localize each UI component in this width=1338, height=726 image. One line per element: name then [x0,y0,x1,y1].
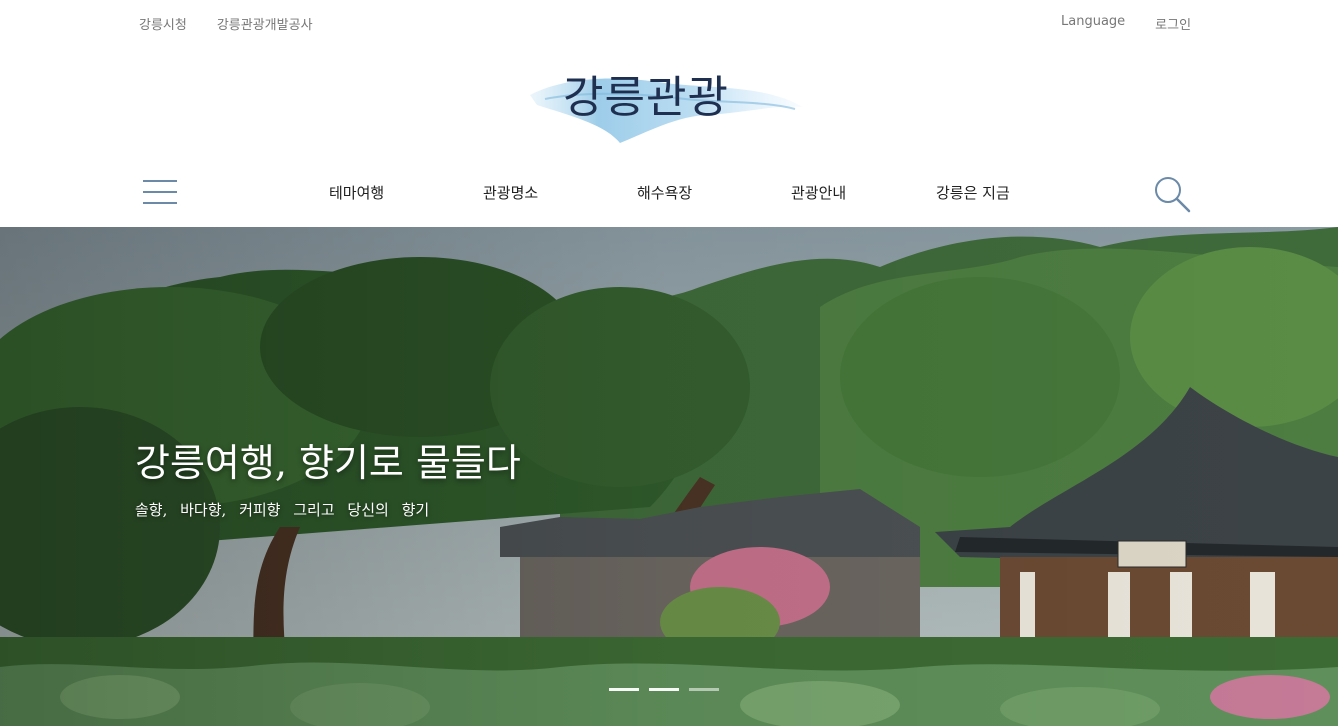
utility-links-right: Language 로그인 [1061,14,1191,33]
nav-item-gangneung-now[interactable]: 강릉은 지금 [936,182,1010,203]
main-nav: 테마여행 관광명소 해수욕장 관광안내 강릉은 지금 [0,160,1338,226]
link-gangneung-city-hall[interactable]: 강릉시청 [139,14,187,33]
hero-banner: 강릉여행, 향기로 물들다 솔향, 바다향, 커피향 그리고 당신의 향기 [0,227,1338,726]
slide-dot-2[interactable] [649,688,679,691]
slide-dot-3[interactable] [689,688,719,691]
slide-dot-1[interactable] [609,688,639,691]
hamburger-menu-icon[interactable] [143,178,177,206]
nav-item-beaches[interactable]: 해수욕장 [637,182,692,203]
language-button[interactable]: Language [1061,14,1125,33]
logo-text: 강릉관광 [563,72,729,123]
utility-links-left: 강릉시청 강릉관광개발공사 [139,14,313,33]
nav-item-attractions[interactable]: 관광명소 [483,182,538,203]
nav-item-theme-travel[interactable]: 테마여행 [329,182,384,203]
link-tourism-development-corp[interactable]: 강릉관광개발공사 [217,14,313,33]
nav-item-tourist-info[interactable]: 관광안내 [791,182,846,203]
search-icon[interactable] [1152,174,1192,214]
hero-subtitle: 솔향, 바다향, 커피향 그리고 당신의 향기 [135,501,430,519]
site-logo[interactable]: 강릉관광 [525,55,810,150]
page: 강릉시청 강릉관광개발공사 Language 로그인 강릉관광 테마여행 관광명… [0,0,1338,726]
slide-indicators [609,688,719,691]
login-button[interactable]: 로그인 [1155,14,1191,33]
hero-title: 강릉여행, 향기로 물들다 [135,441,521,485]
